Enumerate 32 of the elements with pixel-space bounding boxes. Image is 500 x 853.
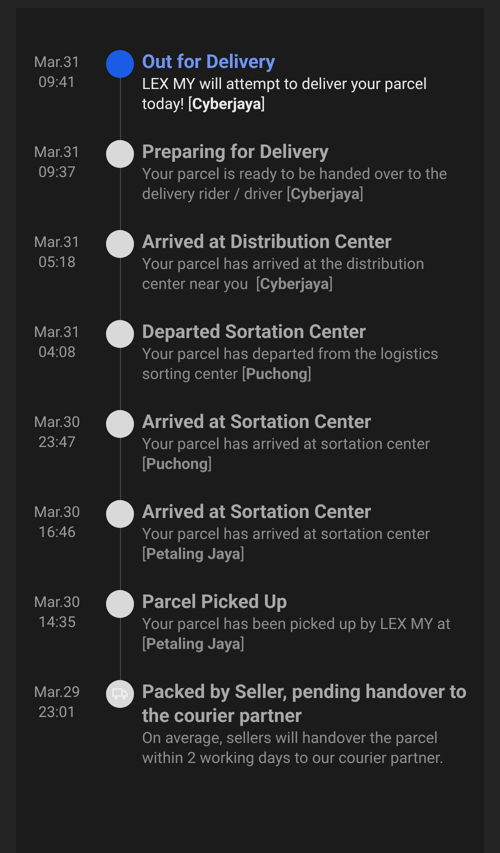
event-title: Out for Delivery [142,50,276,74]
event-time: 09:41 [38,72,76,92]
event-description: Your parcel is ready to be handed over to the delivery rider / driver [Cyberjaya] [142,164,448,204]
event-title: Arrived at Sortation Center [142,500,372,524]
event-title: Preparing for Delivery [142,140,330,164]
event-time: 23:01 [38,702,76,722]
event-date: Mar.30 [34,502,80,522]
event-date: Mar.29 [34,682,80,702]
event-title: Arrived at Sortation Center [142,410,372,434]
event-description: Your parcel has been picked up by LEX MY at [Petaling Jaya] [142,614,452,654]
event-time: 14:35 [38,612,76,632]
event-description: LEX MY will attempt to deliver your parcel today! [Cyberjaya] [142,74,428,114]
event-description: On average, sellers will handover the parcel within 2 working days to our courier partner. [142,728,444,768]
event-description: Your parcel has departed from the logistics sorting center [Puchong] [142,344,440,384]
event-title: Arrived at Distribution Center [142,230,393,254]
event-time: 16:46 [38,522,76,542]
event-title: Departed Sortation Center [142,320,367,344]
event-date: Mar.30 [34,592,80,612]
event-time: 04:08 [38,342,76,362]
event-description: Your parcel has arrived at sortation center [Puchong] [142,434,432,474]
event-date: Mar.31 [34,232,80,252]
event-title: Packed by Seller, pending handover to the courier partner [142,680,468,728]
event-date: Mar.31 [34,52,80,72]
event-time: 09:37 [38,162,76,182]
event-date: Mar.30 [34,412,80,432]
event-description: Your parcel has arrived at the distribution center near you [Cyberjaya] [142,254,426,294]
event-time: 23:47 [38,432,76,452]
event-date: Mar.31 [34,322,80,342]
event-title: Parcel Picked Up [142,590,288,614]
event-time: 05:18 [38,252,76,272]
event-date: Mar.31 [34,142,80,162]
event-description: Your parcel has arrived at sortation center [Petaling Jaya] [142,524,432,564]
